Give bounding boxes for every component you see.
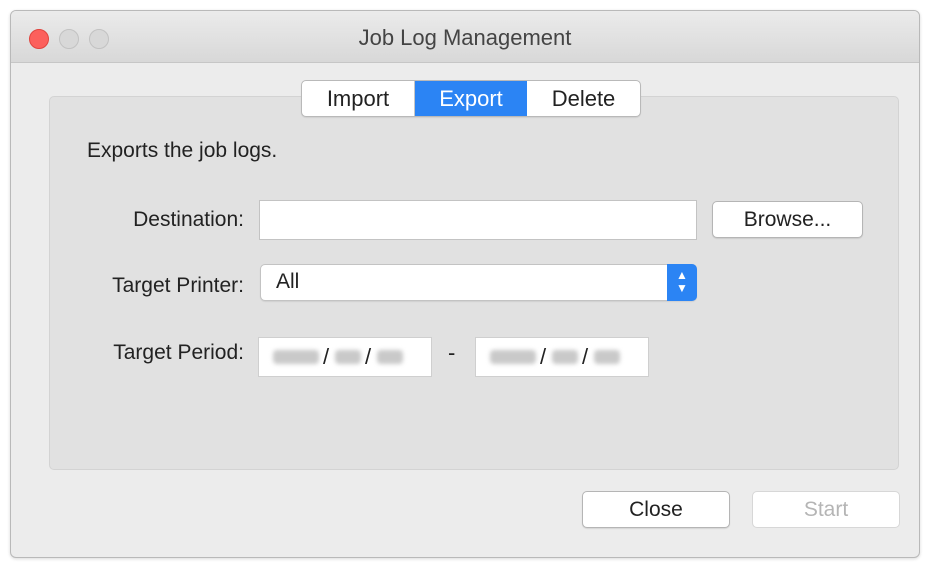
title-bar: Job Log Management [11, 11, 919, 63]
tab-delete[interactable]: Delete [527, 81, 640, 116]
date-separator: / [540, 344, 547, 369]
period-end-date-field[interactable]: / / [475, 337, 649, 377]
job-log-management-window: Job Log Management Import Export Delete … [10, 10, 920, 558]
period-range-separator: - [448, 340, 456, 365]
target-printer-label: Target Printer: [112, 274, 244, 297]
date-separator: / [582, 344, 589, 369]
redacted-day [594, 350, 620, 364]
export-description: Exports the job logs. [87, 139, 278, 162]
redacted-day [377, 350, 403, 364]
close-button[interactable]: Close [582, 491, 730, 528]
period-start-date-field[interactable]: / / [258, 337, 432, 377]
tab-export[interactable]: Export [415, 81, 527, 116]
target-printer-value: All [276, 270, 300, 293]
redacted-year [273, 350, 319, 364]
updown-chevron-icon: ▲ ▼ [667, 264, 697, 301]
date-separator: / [365, 344, 372, 369]
redacted-month [335, 350, 361, 364]
browse-button[interactable]: Browse... [712, 201, 863, 238]
tab-bar: Import Export Delete [301, 80, 641, 117]
redacted-year [490, 350, 536, 364]
start-button: Start [752, 491, 900, 528]
destination-input[interactable] [259, 200, 697, 240]
redacted-month [552, 350, 578, 364]
date-separator: / [323, 344, 330, 369]
window-title: Job Log Management [358, 25, 572, 50]
target-printer-select[interactable]: All ▲ ▼ [260, 264, 697, 301]
tab-import[interactable]: Import [302, 81, 415, 116]
destination-label: Destination: [133, 208, 244, 231]
target-period-label: Target Period: [113, 341, 244, 364]
